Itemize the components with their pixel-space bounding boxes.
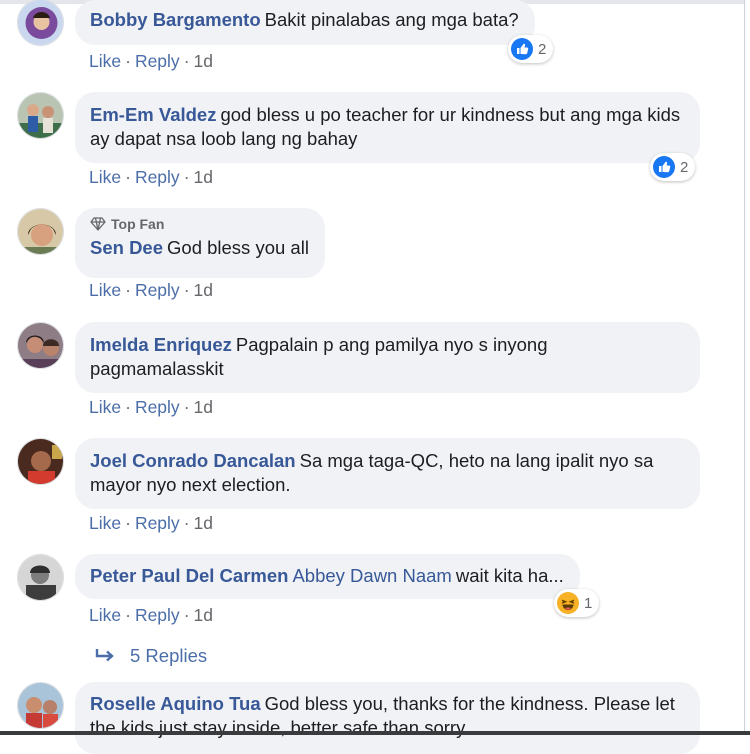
comment-author[interactable]: Peter Paul Del Carmen	[90, 565, 288, 586]
reply-link[interactable]: Reply	[135, 605, 180, 625]
like-link[interactable]: Like	[89, 51, 121, 71]
reply-link[interactable]: Reply	[135, 513, 180, 533]
timestamp[interactable]: 1d	[194, 397, 213, 417]
top-fan-badge: Top Fan	[90, 215, 309, 233]
comment-bubble: Peter Paul Del Carmen Abbey Dawn Naam wait…	[75, 554, 580, 599]
mention-link[interactable]: Abbey Dawn Naam	[292, 565, 451, 586]
comment-author[interactable]: Joel Conrado Dancalan	[90, 450, 296, 471]
replies-count-label[interactable]: 5 Replies	[130, 645, 207, 667]
avatar[interactable]	[17, 208, 64, 255]
avatar[interactable]	[17, 438, 64, 485]
comment-actions: Like · Reply · 1d	[89, 280, 213, 300]
comment-text: God bless you all	[167, 237, 309, 258]
comment-actions: Like · Reply · 1d	[89, 397, 213, 417]
timestamp[interactable]: 1d	[194, 51, 213, 71]
comment-bubble: Em-Em Valdez god bless u po teacher for u…	[75, 92, 700, 163]
avatar[interactable]	[17, 0, 64, 46]
reaction-count: 2	[680, 158, 689, 176]
like-link[interactable]: Like	[89, 280, 121, 300]
comment-actions: Like · Reply · 1d	[89, 605, 213, 625]
comment-text: wait kita ha...	[455, 565, 564, 586]
comment-author[interactable]: Imelda Enriquez	[90, 334, 232, 355]
comment-bubble: Top Fan Sen Dee God bless you all	[75, 208, 325, 278]
reply-link[interactable]: Reply	[135, 280, 180, 300]
like-reaction-icon	[653, 156, 675, 178]
comment-text: Bakit pinalabas ang mga bata?	[264, 9, 519, 30]
like-link[interactable]: Like	[89, 167, 121, 187]
bottom-border	[0, 731, 750, 735]
comment-author[interactable]: Em-Em Valdez	[90, 104, 216, 125]
comment-bubble: Roselle Aquino Tua God bless you, thanks …	[75, 682, 700, 754]
reaction-summary[interactable]: 2	[508, 35, 554, 63]
comment-actions: Like · Reply · 1d	[89, 51, 213, 71]
reply-link[interactable]: Reply	[135, 397, 180, 417]
like-link[interactable]: Like	[89, 513, 121, 533]
timestamp[interactable]: 1d	[194, 167, 213, 187]
comment-bubble: Imelda Enriquez Pagpalain p ang pamilya n…	[75, 322, 700, 393]
comment-author[interactable]: Bobby Bargamento	[90, 9, 261, 30]
timestamp[interactable]: 1d	[194, 605, 213, 625]
top-fan-label: Top Fan	[111, 216, 165, 232]
reply-link[interactable]: Reply	[135, 167, 180, 187]
haha-reaction-icon	[557, 592, 579, 614]
avatar[interactable]	[17, 92, 64, 139]
reaction-summary[interactable]: 1	[554, 589, 600, 617]
avatar[interactable]	[17, 322, 64, 369]
comment-bubble: Joel Conrado Dancalan Sa mga taga-QC, het…	[75, 438, 700, 509]
reaction-summary[interactable]: 2	[650, 153, 696, 181]
diamond-icon	[90, 217, 106, 231]
comment-author[interactable]: Roselle Aquino Tua	[90, 693, 261, 714]
avatar[interactable]	[17, 554, 64, 601]
comment-actions: Like · Reply · 1d	[89, 513, 213, 533]
avatar[interactable]	[17, 682, 64, 729]
comment-actions: Like · Reply · 1d	[89, 167, 213, 187]
scroll-edge	[744, 0, 750, 735]
timestamp[interactable]: 1d	[194, 513, 213, 533]
reply-link[interactable]: Reply	[135, 51, 180, 71]
view-replies-link[interactable]: 5 Replies	[94, 645, 207, 667]
comment-bubble: Bobby Bargamento Bakit pinalabas ang mga …	[75, 0, 535, 45]
timestamp[interactable]: 1d	[194, 280, 213, 300]
reply-arrow-icon	[95, 649, 114, 662]
like-link[interactable]: Like	[89, 397, 121, 417]
like-link[interactable]: Like	[89, 605, 121, 625]
reaction-count: 2	[538, 40, 547, 58]
reaction-count: 1	[584, 594, 593, 612]
like-reaction-icon	[511, 38, 533, 60]
comment-author[interactable]: Sen Dee	[90, 237, 163, 258]
